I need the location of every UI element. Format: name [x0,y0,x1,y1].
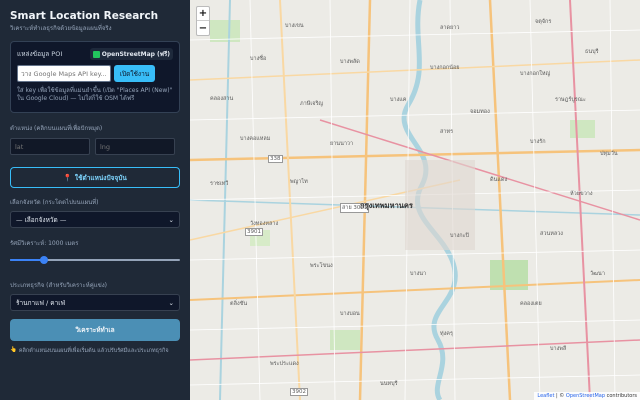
district-label: บางเขน [285,23,304,29]
route-label: 3902 [290,388,308,396]
district-label: ห้วยขวาง [570,191,593,197]
district-label: ภาษีเจริญ [300,101,324,107]
district-label: บางกะปิ [450,233,470,239]
district-label: ดินแดง [490,177,508,183]
pin-icon: 📍 [63,173,72,182]
district-label: ทุ่งครุ [440,331,453,337]
district-label: บางกอกน้อย [430,65,460,71]
route-label: 3901 [245,228,263,236]
district-label: จอมทอง [470,109,490,115]
map-view[interactable]: + − บางเขน ลาดยาว จตุจักรบางซื่อบางพลัดบาง… [190,0,640,400]
district-label: วัฒนา [590,271,605,277]
zoom-in-button[interactable]: + [197,7,209,21]
district-label: คลองเตย [520,301,542,307]
category-label: ประเภทธุรกิจ (สำหรับวิเคราะห์คู่แข่ง) [10,282,107,289]
district-label: บางพลี [550,346,567,352]
api-key-input[interactable] [17,65,111,82]
analyze-button[interactable]: วิเคราะห์ทำเล [10,319,180,341]
province-label: เลือกจังหวัด (กระโดดไปบนแผนที่) [10,199,99,206]
leaflet-link[interactable]: Leaflet [537,393,554,399]
district-label: บางแค [390,97,407,103]
app-title: Smart Location Research [10,10,159,22]
location-label: ตำแหน่ง (คลิกบนแผนที่เพื่อปักหมุด) [10,125,103,132]
district-label: พญาไท [290,179,308,185]
hint-label: คลิกตำแหน่งบนแผนที่เพื่อเริ่มต้น แล้วปรั… [18,348,169,354]
district-label: ราษฎร์บูรณะ [555,97,586,103]
zoom-control: + − [196,6,210,36]
district-label: จตุจักร [535,19,552,25]
district-label: คลองสาน [210,96,234,102]
lng-input[interactable] [95,138,175,155]
slider-thumb[interactable] [40,256,48,264]
district-label: นนทบุรี [380,381,398,387]
zoom-out-button[interactable]: − [197,21,209,35]
province-selected-value: — เลือกจังหวัด — [16,215,67,224]
app-subtitle: วิเคราะห์ทำเลธุรกิจด้วยข้อมูลแผนที่จริง [10,25,112,32]
district-label: ยานนาวา [330,141,354,147]
sidebar: Smart Location Research วิเคราะห์ทำเลธุร… [0,0,190,400]
hint-text: 👆 คลิกตำแหน่งบนแผนที่เพื่อเริ่มต้น แล้วป… [10,347,180,355]
district-label: สวนหลวง [540,231,563,237]
district-label: ราชเทวี [210,181,229,187]
poi-source-label: แหล่งข้อมูล POI [17,50,63,58]
osm-badge-label: OpenStreetMap (ฟรี) [101,51,170,58]
pointing-hand-icon: 👆 [10,347,17,353]
api-key-note: ใส่ key เพื่อใช้ข้อมูลที่แม่นยำขึ้น (เปิ… [17,87,173,102]
attribution-sep: | © [554,393,566,399]
district-label: สาทร [440,129,454,135]
district-label: วังทองหลาง [250,221,279,227]
lat-input[interactable] [10,138,90,155]
city-label: กรุงเทพมหานคร [360,201,413,210]
category-selected-value: ร้านกาแฟ / คาเฟ่ [16,298,66,307]
district-label: บางคอแหลม [240,136,271,142]
district-label: พระประแดง [270,361,299,367]
district-label: ตลิ่งชัน [230,301,248,307]
district-label: พระโขนง [310,263,333,269]
osm-badge: OpenStreetMap (ฟรี) [89,48,173,60]
osm-icon [92,50,100,58]
enable-button[interactable]: เปิดใช้งาน [114,65,155,82]
current-location-label: ใช้ตำแหน่งปัจจุบัน [74,173,127,182]
district-label: ปทุมวัน [600,151,618,157]
district-label: ลาดยาว [440,25,460,31]
category-select[interactable]: ร้านกาแฟ / คาเฟ่ ⌄ [10,294,180,311]
district-label: บางพลัด [340,59,360,65]
attribution-suffix: contributors [605,393,637,399]
poi-source-panel: แหล่งข้อมูล POI OpenStreetMap (ฟรี) เปิด… [10,41,180,113]
district-label: บางบอน [340,311,360,317]
province-select[interactable]: — เลือกจังหวัด — ⌄ [10,211,180,228]
osm-link[interactable]: OpenStreetMap [566,393,605,399]
district-label: ธนบุรี [585,49,599,55]
district-label: บางกอกใหญ่ [520,71,551,77]
district-label: บางรัก [530,139,546,145]
district-label: บางซื่อ [250,56,267,62]
chevron-down-icon: ⌄ [168,215,174,224]
map-attribution: Leaflet | © OpenStreetMap contributors [534,392,640,400]
radius-slider[interactable] [10,256,180,264]
district-label: บางนา [410,271,427,277]
slider-fill [10,259,44,261]
chevron-down-icon: ⌄ [168,298,174,307]
route-label: 338 [268,155,283,163]
radius-label: รัศมีวิเคราะห์: 1000 เมตร [10,240,79,247]
current-location-button[interactable]: 📍 ใช้ตำแหน่งปัจจุบัน [10,167,180,188]
